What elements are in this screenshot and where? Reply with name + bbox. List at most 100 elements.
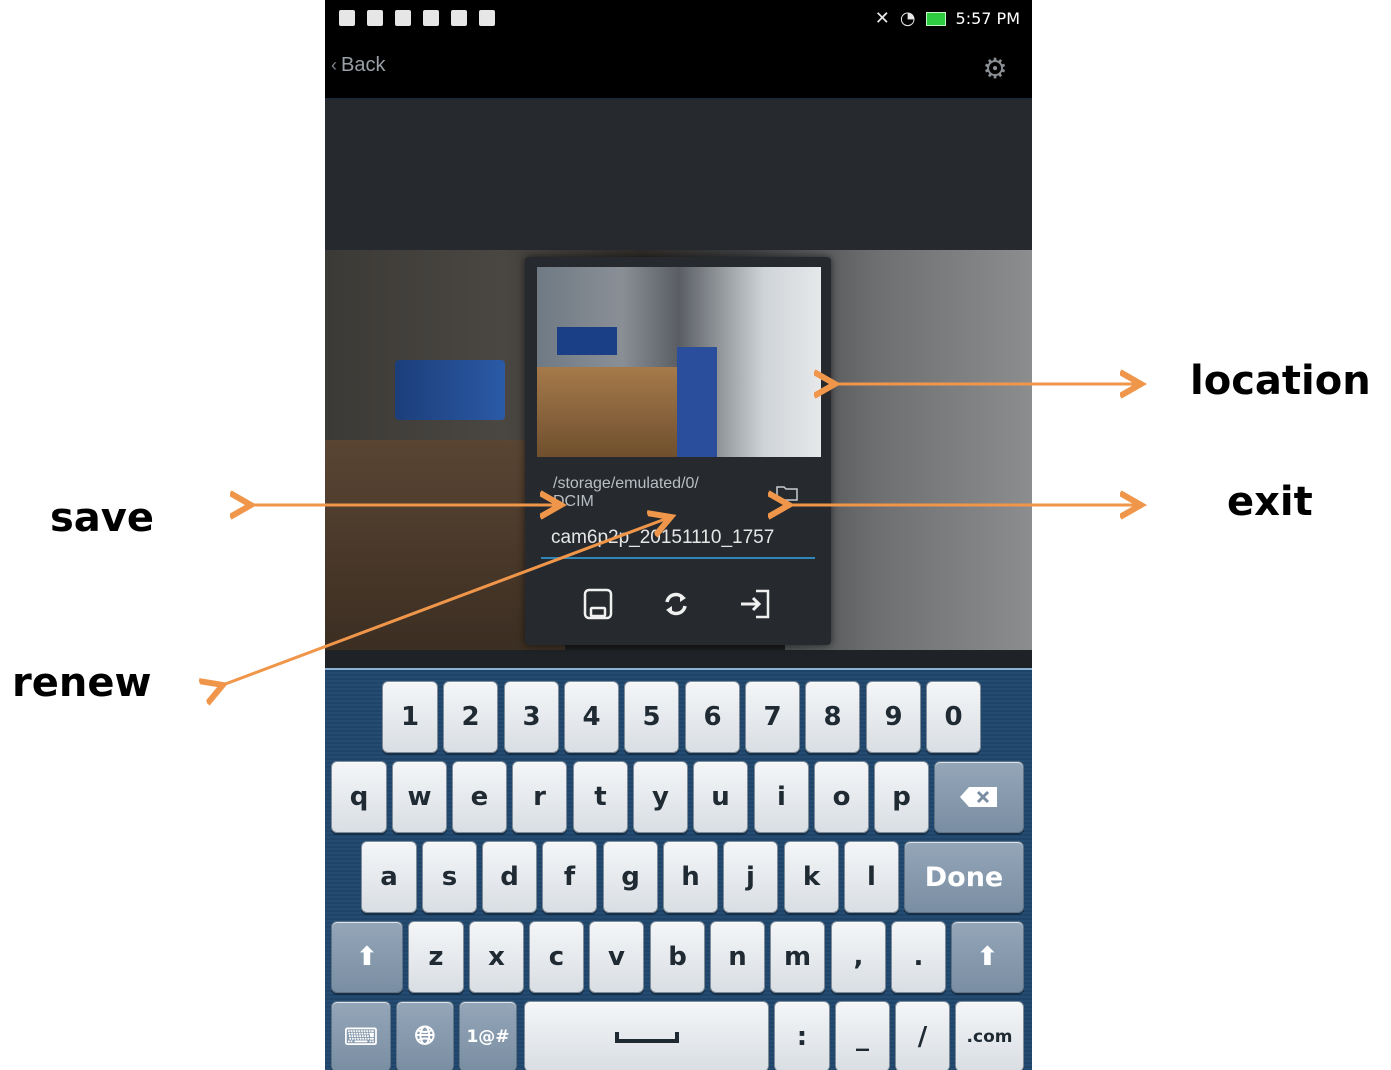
soft-keyboard: 1 2 3 4 5 6 7 8 9 0 q w e r t y u i o p …	[325, 668, 1032, 1070]
key-underscore[interactable]: _	[835, 1001, 890, 1070]
refresh-icon	[665, 592, 687, 616]
save-location-path: /storage/emulated/0/ DCIM	[553, 475, 763, 511]
key-dotcom[interactable]: .com	[955, 1001, 1024, 1070]
key-7[interactable]: 7	[745, 681, 800, 753]
key-h[interactable]: h	[663, 841, 718, 913]
key-y[interactable]: y	[633, 761, 688, 833]
shift-icon: ⬆	[356, 942, 378, 972]
app-bar: ‹ Back ⚙	[325, 40, 1032, 100]
notification-icon	[367, 10, 383, 26]
exit-icon	[741, 589, 770, 619]
renew-button[interactable]	[658, 587, 694, 621]
wifi-icon: ◔	[899, 7, 916, 29]
sd-card-icon	[423, 10, 439, 26]
key-l[interactable]: l	[844, 841, 899, 913]
key-slash[interactable]: /	[895, 1001, 950, 1070]
filename-input[interactable]	[541, 519, 815, 559]
upload-icon	[479, 10, 495, 26]
key-4[interactable]: 4	[564, 681, 619, 753]
viewer-bottom-bar	[325, 650, 1032, 668]
key-0[interactable]: 0	[926, 681, 981, 753]
save-location-line1: /storage/emulated/0/	[553, 475, 699, 492]
shift-right-key[interactable]: ⬆	[951, 921, 1024, 993]
key-b[interactable]: b	[650, 921, 705, 993]
notification-icon	[339, 10, 355, 26]
keyboard-icon: ⌨	[343, 1022, 379, 1051]
key-q[interactable]: q	[331, 761, 387, 833]
save-icon	[583, 588, 613, 620]
key-5[interactable]: 5	[624, 681, 679, 753]
mute-icon: ✕	[874, 7, 890, 29]
key-d[interactable]: d	[482, 841, 537, 913]
battery-icon	[925, 11, 946, 26]
annotation-location: location	[1190, 358, 1371, 404]
key-i[interactable]: i	[754, 761, 809, 833]
key-p[interactable]: p	[874, 761, 929, 833]
key-2[interactable]: 2	[443, 681, 498, 753]
snapshot-dialog: /storage/emulated/0/ DCIM	[525, 257, 831, 645]
back-button[interactable]: ‹ Back	[331, 54, 385, 77]
space-key[interactable]	[524, 1001, 769, 1070]
key-c[interactable]: c	[529, 921, 584, 993]
backspace-key[interactable]	[934, 761, 1024, 833]
key-k[interactable]: k	[784, 841, 839, 913]
key-9[interactable]: 9	[866, 681, 921, 753]
key-colon[interactable]: :	[774, 1001, 830, 1070]
key-j[interactable]: j	[723, 841, 778, 913]
annotation-renew: renew	[12, 660, 152, 706]
space-icon	[614, 1031, 679, 1043]
thumbnail-logo-sign	[557, 327, 617, 355]
backspace-icon	[960, 787, 997, 807]
keyboard-switch-key[interactable]: ⌨	[331, 1001, 391, 1070]
key-w[interactable]: w	[392, 761, 447, 833]
key-a[interactable]: a	[361, 841, 417, 913]
key-n[interactable]: n	[710, 921, 765, 993]
annotation-save: save	[50, 495, 155, 541]
save-location-line2: DCIM	[553, 493, 594, 510]
shift-left-key[interactable]: ⬆	[331, 921, 403, 993]
snapshot-thumbnail	[537, 267, 821, 457]
key-8[interactable]: 8	[805, 681, 860, 753]
status-bar: ✕ ◔ 5:57 PM	[325, 0, 1032, 40]
key-e[interactable]: e	[452, 761, 507, 833]
status-bar-notifications	[339, 10, 495, 26]
key-o[interactable]: o	[814, 761, 869, 833]
save-button[interactable]	[580, 587, 616, 621]
globe-icon: 🌐︎	[414, 1021, 436, 1051]
symbols-key[interactable]: 1@#	[459, 1001, 517, 1070]
key-r[interactable]: r	[512, 761, 567, 833]
phone-screen: ✕ ◔ 5:57 PM ‹ Back ⚙ /storage/emulated/0…	[325, 0, 1032, 1070]
folder-icon[interactable]	[775, 484, 799, 502]
status-time: 5:57 PM	[955, 9, 1020, 28]
thumbnail-cabinet	[677, 347, 717, 457]
annotation-exit: exit	[1227, 479, 1313, 525]
viewer-blank-area	[325, 100, 1032, 250]
language-key[interactable]: 🌐︎	[396, 1001, 454, 1070]
key-comma[interactable]: ,	[831, 921, 886, 993]
key-6[interactable]: 6	[685, 681, 740, 753]
key-3[interactable]: 3	[504, 681, 559, 753]
key-period[interactable]: .	[891, 921, 946, 993]
scene-logo-sign	[395, 360, 505, 420]
key-s[interactable]: s	[422, 841, 477, 913]
key-z[interactable]: z	[408, 921, 464, 993]
key-g[interactable]: g	[603, 841, 658, 913]
status-bar-right: ✕ ◔ 5:57 PM	[875, 9, 1020, 28]
key-u[interactable]: u	[693, 761, 748, 833]
exit-button[interactable]	[737, 587, 773, 621]
shift-icon: ⬆	[976, 942, 999, 972]
keyboard-icon	[395, 10, 411, 26]
key-m[interactable]: m	[770, 921, 825, 993]
thumbnail-boxes	[537, 367, 677, 457]
key-t[interactable]: t	[573, 761, 628, 833]
key-x[interactable]: x	[469, 921, 524, 993]
back-label: Back	[341, 54, 386, 76]
key-v[interactable]: v	[589, 921, 644, 993]
chevron-left-icon: ‹	[331, 55, 337, 75]
key-f[interactable]: f	[542, 841, 597, 913]
camera-viewer: /storage/emulated/0/ DCIM	[325, 100, 1032, 668]
done-key[interactable]: Done	[904, 841, 1024, 913]
settings-gear-icon[interactable]: ⚙	[978, 52, 1012, 86]
gallery-icon	[451, 10, 467, 26]
key-1[interactable]: 1	[382, 681, 438, 753]
